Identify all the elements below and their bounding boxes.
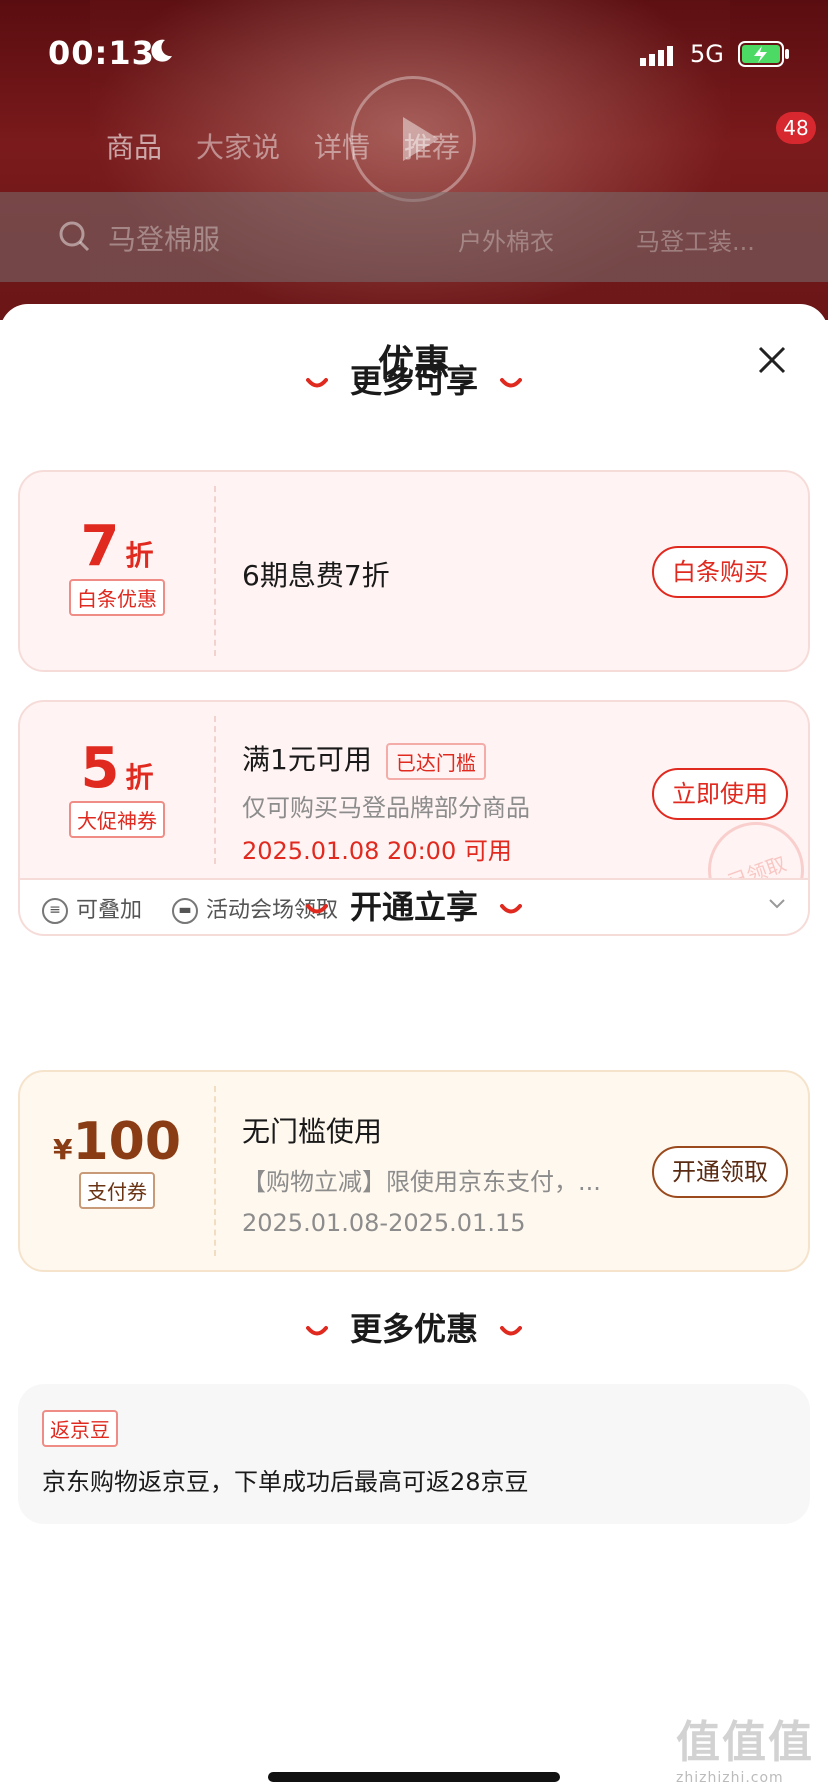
coupon-type-tag: 白条优惠 bbox=[69, 579, 165, 616]
curl-decoration-icon bbox=[500, 378, 522, 388]
section-activate: 开通立享 bbox=[0, 882, 828, 928]
coupon-discount-value: 7 bbox=[80, 514, 120, 579]
coupon-discount-unit: 折 bbox=[125, 539, 154, 572]
coupon-threshold: 满1元可用 bbox=[242, 743, 372, 776]
search-chip: 马登工装... bbox=[636, 228, 755, 256]
search-bar: 马登棉服 户外棉衣 马登工装... bbox=[0, 192, 828, 282]
watermark-url: zhizhizhi.com bbox=[676, 1770, 784, 1786]
coupon-discount-value: 5 bbox=[80, 736, 120, 801]
coupon-value-area: ¥100 支付券 bbox=[20, 1072, 214, 1270]
section-title: 更多优惠 bbox=[349, 1310, 478, 1348]
watermark-logo: 值值值 bbox=[676, 1717, 814, 1768]
curl-decoration-icon bbox=[500, 904, 522, 914]
coupon-type-tag: 大促神券 bbox=[69, 801, 165, 838]
coupon-scope: 仅可购买马登品牌部分商品 bbox=[242, 793, 530, 822]
battery-charging-icon bbox=[738, 41, 789, 67]
coupon-valid-time: 2025.01.08 20:00 可用 bbox=[242, 836, 512, 865]
video-play-icon bbox=[350, 76, 476, 202]
coupon-amount: 100 bbox=[72, 1112, 182, 1172]
site-watermark: 值值值 zhizhizhi.com bbox=[676, 1706, 826, 1790]
cart-count-badge: 48 bbox=[776, 112, 816, 144]
tab-goods: 商品 bbox=[106, 131, 163, 164]
activate-claim-button[interactable]: 开通领取 bbox=[652, 1146, 788, 1198]
use-now-button[interactable]: 立即使用 bbox=[652, 768, 788, 820]
coupon-divider bbox=[214, 716, 216, 864]
coupon-type-tag: 支付券 bbox=[79, 1172, 155, 1209]
status-time: 00:13 bbox=[48, 34, 155, 72]
search-chip: 户外棉衣 bbox=[458, 228, 554, 256]
search-placeholder: 马登棉服 bbox=[108, 223, 221, 256]
section-title: 开通立享 bbox=[349, 888, 478, 926]
jd-beans-tag: 返京豆 bbox=[42, 1410, 118, 1447]
coupon-baitiao: 7折 白条优惠 6期息费7折 白条购买 bbox=[18, 470, 810, 672]
coupon-divider bbox=[214, 1086, 216, 1256]
coupon-value-area: 7折 白条优惠 bbox=[20, 472, 214, 670]
threshold-reached-tag: 已达门槛 bbox=[385, 742, 486, 780]
signal-icon bbox=[640, 46, 673, 66]
product-page-background: 00:13 5G 商品 大家说 详情 推荐 48 马登棉服 户外棉衣 马登工装.… bbox=[0, 0, 828, 320]
curl-decoration-icon bbox=[305, 378, 328, 388]
section-more-available: 更多可享 bbox=[0, 356, 828, 402]
coupon-divider bbox=[214, 486, 216, 656]
search-icon bbox=[59, 221, 90, 252]
tab-reviews: 大家说 bbox=[196, 131, 281, 164]
curl-decoration-icon bbox=[305, 904, 328, 914]
coupon-title: 无门槛使用 bbox=[242, 1115, 383, 1148]
network-label: 5G bbox=[690, 40, 724, 68]
section-title: 更多可享 bbox=[349, 362, 478, 400]
curl-decoration-icon bbox=[305, 1326, 328, 1336]
currency-symbol: ¥ bbox=[52, 1133, 73, 1166]
coupon-detail: 【购物立减】限使用京东支付，... bbox=[242, 1168, 601, 1196]
coupon-description: 6期息费7折 bbox=[242, 559, 390, 592]
jd-beans-text: 京东购物返京豆，下单成功后最高可返28京豆 bbox=[42, 1468, 529, 1496]
coupon-valid-range: 2025.01.08-2025.01.15 bbox=[242, 1209, 526, 1237]
curl-decoration-icon bbox=[500, 1326, 522, 1336]
home-indicator[interactable] bbox=[268, 1772, 560, 1782]
coupon-payment: ¥100 支付券 无门槛使用 【购物立减】限使用京东支付，... 2025.01… bbox=[18, 1070, 810, 1272]
coupon-info: 无门槛使用 【购物立减】限使用京东支付，... 2025.01.08-2025.… bbox=[242, 1110, 601, 1237]
coupon-promo: 5折 大促神券 满1元可用 已达门槛 仅可购买马登品牌部分商品 2025.01.0… bbox=[18, 700, 810, 880]
baitiao-buy-button[interactable]: 白条购买 bbox=[652, 546, 788, 598]
section-more-offers: 更多优惠 bbox=[0, 1304, 828, 1350]
coupon-discount-unit: 折 bbox=[125, 761, 154, 794]
offers-sheet: 优惠 更多可享 7折 白条优惠 6期息费7折 白条购买 5折 大促神券 满1元可… bbox=[0, 304, 828, 1792]
coupon-info: 满1元可用 已达门槛 仅可购买马登品牌部分商品 2025.01.08 20:00 … bbox=[242, 738, 530, 866]
moon-icon bbox=[151, 39, 172, 62]
coupon-value-area: 5折 大促神券 bbox=[20, 702, 214, 878]
jd-beans-offer: 返京豆 京东购物返京豆，下单成功后最高可返28京豆 bbox=[18, 1384, 810, 1524]
